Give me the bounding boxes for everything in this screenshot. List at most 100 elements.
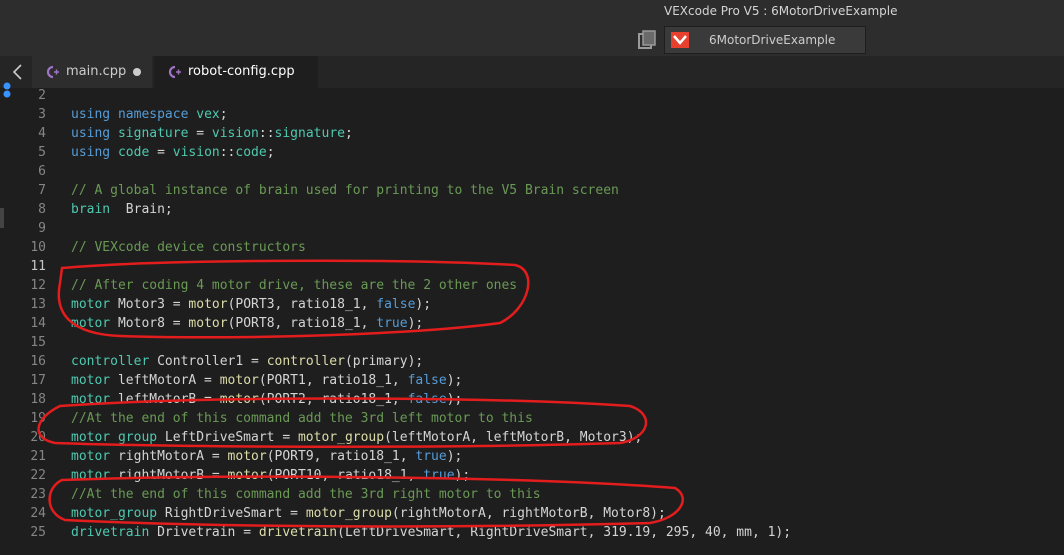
code-line[interactable]: 2 (0, 86, 1064, 105)
code-line[interactable]: 3 using namespace vex; (0, 105, 1064, 124)
code-token: using (71, 145, 111, 160)
code-line[interactable]: 4 using signature = vision::signature; (0, 124, 1064, 143)
code-line[interactable]: 20 motor_group LeftDriveSmart = motor_gro… (0, 428, 1064, 447)
code-token: :: (219, 145, 236, 160)
code-text: // After coding 4 motor drive, these are… (71, 276, 517, 295)
line-number: 5 (38, 145, 46, 160)
code-token: true (423, 468, 455, 483)
line-number: 10 (30, 240, 46, 255)
code-line[interactable]: 16 controller Controller1 = controller(pr… (0, 352, 1064, 371)
code-line[interactable]: 12 // After coding 4 motor drive, these a… (0, 276, 1064, 295)
code-line[interactable]: 11 (0, 257, 1064, 276)
code-token: signature (117, 126, 189, 141)
vex-logo-icon (671, 32, 689, 48)
code-text: controller Controller1 = controller(prim… (71, 352, 423, 371)
code-token: //At the end of this command add the 3rd… (71, 411, 533, 426)
code-line[interactable]: 21 motor rightMotorA = motor(PORT9, ratio… (0, 447, 1064, 466)
code-token: motor_group (71, 430, 158, 445)
code-token: vision (211, 126, 259, 141)
code-token: true (415, 449, 447, 464)
window-bar: 6MotorDriveExample (0, 24, 1064, 56)
line-number: 4 (38, 126, 46, 141)
code-token: motor (219, 373, 259, 388)
code-token: Motor3 = (110, 297, 189, 312)
code-token: vision (172, 145, 220, 160)
code-token: using (71, 107, 111, 122)
code-token: drivetrain (258, 525, 338, 540)
code-text: brain Brain; (71, 200, 173, 219)
code-line[interactable]: 5 using code = vision::code; (0, 143, 1064, 162)
code-token: leftMotorB = (110, 392, 220, 407)
line-number: 25 (30, 525, 46, 540)
code-line[interactable]: 23 //At the end of this command add the 3… (0, 485, 1064, 504)
code-token: Brain; (110, 202, 173, 217)
code-line[interactable]: 24 motor_group RightDriveSmart = motor_gr… (0, 504, 1064, 523)
window-title: VEXcode Pro V5 : 6MotorDriveExample (664, 4, 898, 18)
code-line[interactable]: 14 motor Motor8 = motor(PORT8, ratio18_1,… (0, 314, 1064, 333)
tab-label: main.cpp (66, 64, 127, 79)
unsaved-dot-icon (133, 68, 141, 76)
code-token: motor (219, 392, 259, 407)
code-line[interactable]: 7 // A global instance of brain used for … (0, 181, 1064, 200)
code-token: (LeftDriveSmart, RightDriveSmart, 319.19… (337, 525, 792, 540)
project-tab[interactable]: 6MotorDriveExample (664, 26, 866, 54)
back-arrow-icon[interactable] (8, 62, 28, 82)
line-number: 16 (30, 354, 46, 369)
code-token: false (376, 297, 416, 312)
code-token: (PORT9, ratio18_1, (266, 449, 416, 464)
line-number: 18 (30, 392, 46, 407)
code-line[interactable]: 10 // VEXcode device constructors (0, 238, 1064, 257)
tab-label: robot-config.cpp (188, 64, 295, 79)
code-token: motor (71, 392, 111, 407)
code-text: motor rightMotorB = motor(PORT10, ratio1… (71, 466, 470, 485)
code-text: //At the end of this command add the 3rd… (71, 485, 541, 504)
code-line[interactable]: 15 (0, 333, 1064, 352)
code-token: = (188, 126, 212, 141)
code-token: true (376, 316, 408, 331)
code-line[interactable]: 13 motor Motor3 = motor(PORT3, ratio18_1,… (0, 295, 1064, 314)
code-token: motor (71, 316, 111, 331)
code-token: Drivetrain = (149, 525, 259, 540)
code-line[interactable]: 17 motor leftMotorA = motor(PORT1, ratio1… (0, 371, 1064, 390)
code-line[interactable]: 9 (0, 219, 1064, 238)
code-text: motor_group LeftDriveSmart = motor_group… (71, 428, 642, 447)
code-token: LeftDriveSmart = (157, 430, 298, 445)
code-token: motor_group (305, 506, 392, 521)
code-token: //At the end of this command add the 3rd… (71, 487, 541, 502)
title-bar: VEXcode Pro V5 : 6MotorDriveExample (0, 0, 1064, 24)
tab-main-cpp[interactable]: main.cpp (32, 56, 152, 88)
code-token: ; (344, 126, 353, 141)
code-token: (primary); (344, 354, 424, 369)
code-text: motor Motor8 = motor(PORT8, ratio18_1, t… (71, 314, 423, 333)
code-line[interactable]: 18 motor leftMotorB = motor(PORT2, ratio1… (0, 390, 1064, 409)
code-token: controller (71, 354, 150, 369)
code-token: using (71, 126, 111, 141)
tab-robot-config-cpp[interactable]: robot-config.cpp (154, 56, 318, 88)
code-line[interactable]: 19 //At the end of this command add the 3… (0, 409, 1064, 428)
code-line[interactable]: 25 drivetrain Drivetrain = drivetrain(Lef… (0, 523, 1064, 542)
copy-window-icon[interactable] (638, 30, 656, 50)
code-token: :: (258, 126, 275, 141)
code-token: false (407, 373, 447, 388)
code-token: motor (227, 468, 267, 483)
code-editor[interactable]: 2 3 using namespace vex; 4 using signature =… (0, 82, 1064, 555)
code-line[interactable]: 22 motor rightMotorB = motor(PORT10, rati… (0, 466, 1064, 485)
code-text: using code = vision::code; (71, 143, 275, 162)
code-token: motor (188, 316, 228, 331)
code-text: //At the end of this command add the 3rd… (71, 409, 533, 428)
code-token: motor (71, 468, 111, 483)
code-text: using namespace vex; (71, 105, 228, 124)
code-token: (PORT1, ratio18_1, (258, 373, 408, 388)
line-number: 13 (30, 297, 46, 312)
line-number: 7 (38, 183, 46, 198)
code-token: motor (227, 449, 267, 464)
code-token: vex (196, 107, 220, 122)
code-line[interactable]: 8 brain Brain; (0, 200, 1064, 219)
code-token: (leftMotorA, leftMotorB, Motor3); (384, 430, 643, 445)
code-line[interactable]: 6 (0, 162, 1064, 181)
code-text: motor leftMotorA = motor(PORT1, ratio18_… (71, 371, 462, 390)
line-number: 23 (30, 487, 46, 502)
code-token: ); (454, 468, 471, 483)
line-number: 15 (30, 335, 46, 350)
